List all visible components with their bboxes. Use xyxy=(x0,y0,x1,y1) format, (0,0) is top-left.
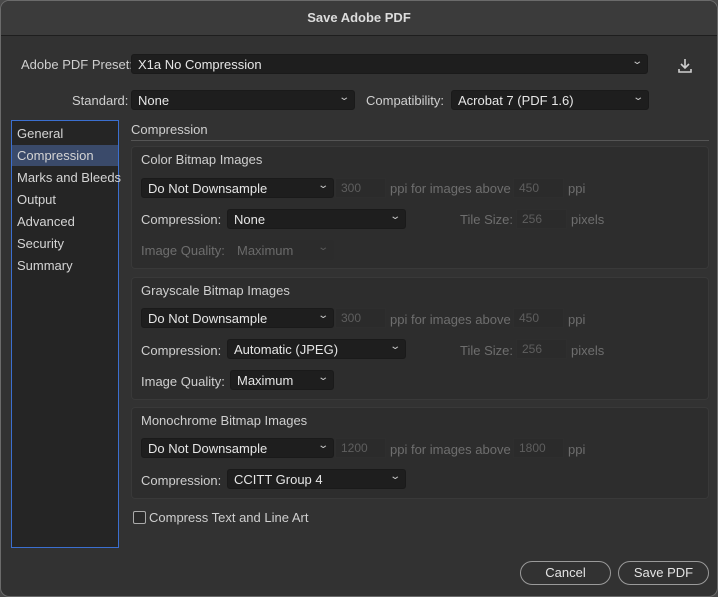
color-compression-dropdown[interactable]: None ⌄ xyxy=(227,209,406,229)
sidebar-item-marks-and-bleeds[interactable]: Marks and Bleeds xyxy=(12,167,121,188)
sidebar-item-compression[interactable]: Compression xyxy=(12,145,118,166)
preset-dropdown[interactable]: X1a No Compression ⌄ xyxy=(131,54,648,74)
color-compression-label: Compression: xyxy=(141,212,222,227)
color-quality-label: Image Quality: xyxy=(141,243,225,258)
chevron-down-icon: ⌄ xyxy=(316,440,329,451)
mono-title: Monochrome Bitmap Images xyxy=(141,413,308,428)
mono-compression-label: Compression: xyxy=(141,473,222,488)
compatibility-label: Compatibility: xyxy=(366,93,445,108)
color-title: Color Bitmap Images xyxy=(141,152,263,167)
grayscale-tile-suffix: pixels xyxy=(571,343,605,358)
chevron-down-icon: ⌄ xyxy=(388,471,401,482)
section-divider xyxy=(131,140,709,141)
window-title: Save Adobe PDF xyxy=(307,10,411,25)
grayscale-tile-field[interactable]: 256 xyxy=(516,339,567,359)
compress-text-checkbox[interactable] xyxy=(133,511,146,524)
grayscale-title: Grayscale Bitmap Images xyxy=(141,283,290,298)
sidebar-item-advanced[interactable]: Advanced xyxy=(12,211,118,232)
grayscale-compression-dropdown[interactable]: Automatic (JPEG) ⌄ xyxy=(227,339,406,359)
color-above-field[interactable]: 450 xyxy=(513,178,564,198)
grayscale-quality-label: Image Quality: xyxy=(141,374,225,389)
section-title: Compression xyxy=(131,122,208,137)
mono-compression-dropdown[interactable]: CCITT Group 4 ⌄ xyxy=(227,469,406,489)
mono-above-field[interactable]: 1800 xyxy=(513,438,564,458)
download-icon[interactable] xyxy=(676,57,694,75)
sidebar-item-output[interactable]: Output xyxy=(12,189,118,210)
color-quality-dropdown[interactable]: Maximum ⌄ xyxy=(230,240,334,260)
chevron-down-icon: ⌄ xyxy=(337,92,350,103)
chevron-down-icon: ⌄ xyxy=(388,341,401,352)
color-downsample-dropdown[interactable]: Do Not Downsample ⌄ xyxy=(141,178,334,198)
compatibility-value: Acrobat 7 (PDF 1.6) xyxy=(458,93,574,108)
standard-dropdown[interactable]: None ⌄ xyxy=(131,90,355,110)
mono-ppi-field[interactable]: 1200 xyxy=(335,438,386,458)
grayscale-ppi-suffix: ppi xyxy=(568,312,586,327)
sidebar-item-summary[interactable]: Summary xyxy=(12,255,118,276)
compatibility-dropdown[interactable]: Acrobat 7 (PDF 1.6) ⌄ xyxy=(451,90,649,110)
chevron-down-icon: ⌄ xyxy=(316,242,329,253)
standard-value: None xyxy=(138,93,170,108)
cancel-button[interactable]: Cancel xyxy=(520,561,611,585)
compress-text-label: Compress Text and Line Art xyxy=(149,510,309,525)
grayscale-tile-label: Tile Size: xyxy=(460,343,513,358)
chevron-down-icon: ⌄ xyxy=(316,372,329,383)
grayscale-above-field[interactable]: 450 xyxy=(513,308,564,328)
sidebar-item-general[interactable]: General xyxy=(12,123,118,144)
grayscale-quality-dropdown[interactable]: Maximum ⌄ xyxy=(230,370,334,390)
color-ppi-field[interactable]: 300 xyxy=(335,178,386,198)
grayscale-downsample-dropdown[interactable]: Do Not Downsample ⌄ xyxy=(141,308,334,328)
standard-label: Standard: xyxy=(72,93,129,108)
color-ppi-suffix: ppi xyxy=(568,181,586,196)
preset-label: Adobe PDF Preset: xyxy=(21,57,133,72)
chevron-down-icon: ⌄ xyxy=(316,180,329,191)
sidebar: General Compression Marks and Bleeds Out… xyxy=(11,120,121,548)
chevron-down-icon: ⌄ xyxy=(630,56,643,67)
chevron-down-icon: ⌄ xyxy=(388,211,401,222)
save-pdf-dialog: Save Adobe PDF Adobe PDF Preset: X1a No … xyxy=(0,0,718,597)
preset-value: X1a No Compression xyxy=(138,57,262,72)
grayscale-ppi-above-label: ppi for images above xyxy=(390,312,511,327)
color-tile-label: Tile Size: xyxy=(460,212,513,227)
grayscale-ppi-field[interactable]: 300 xyxy=(335,308,386,328)
grayscale-compression-label: Compression: xyxy=(141,343,222,358)
color-tile-field[interactable]: 256 xyxy=(516,209,567,229)
mono-ppi-above-label: ppi for images above xyxy=(390,442,511,457)
mono-ppi-suffix: ppi xyxy=(568,442,586,457)
color-ppi-above-label: ppi for images above xyxy=(390,181,511,196)
sidebar-item-security[interactable]: Security xyxy=(12,233,118,254)
color-tile-suffix: pixels xyxy=(571,212,605,227)
mono-downsample-dropdown[interactable]: Do Not Downsample ⌄ xyxy=(141,438,334,458)
chevron-down-icon: ⌄ xyxy=(316,310,329,321)
chevron-down-icon: ⌄ xyxy=(631,92,644,103)
title-bar[interactable]: Save Adobe PDF xyxy=(1,1,717,36)
save-pdf-button[interactable]: Save PDF xyxy=(618,561,709,585)
